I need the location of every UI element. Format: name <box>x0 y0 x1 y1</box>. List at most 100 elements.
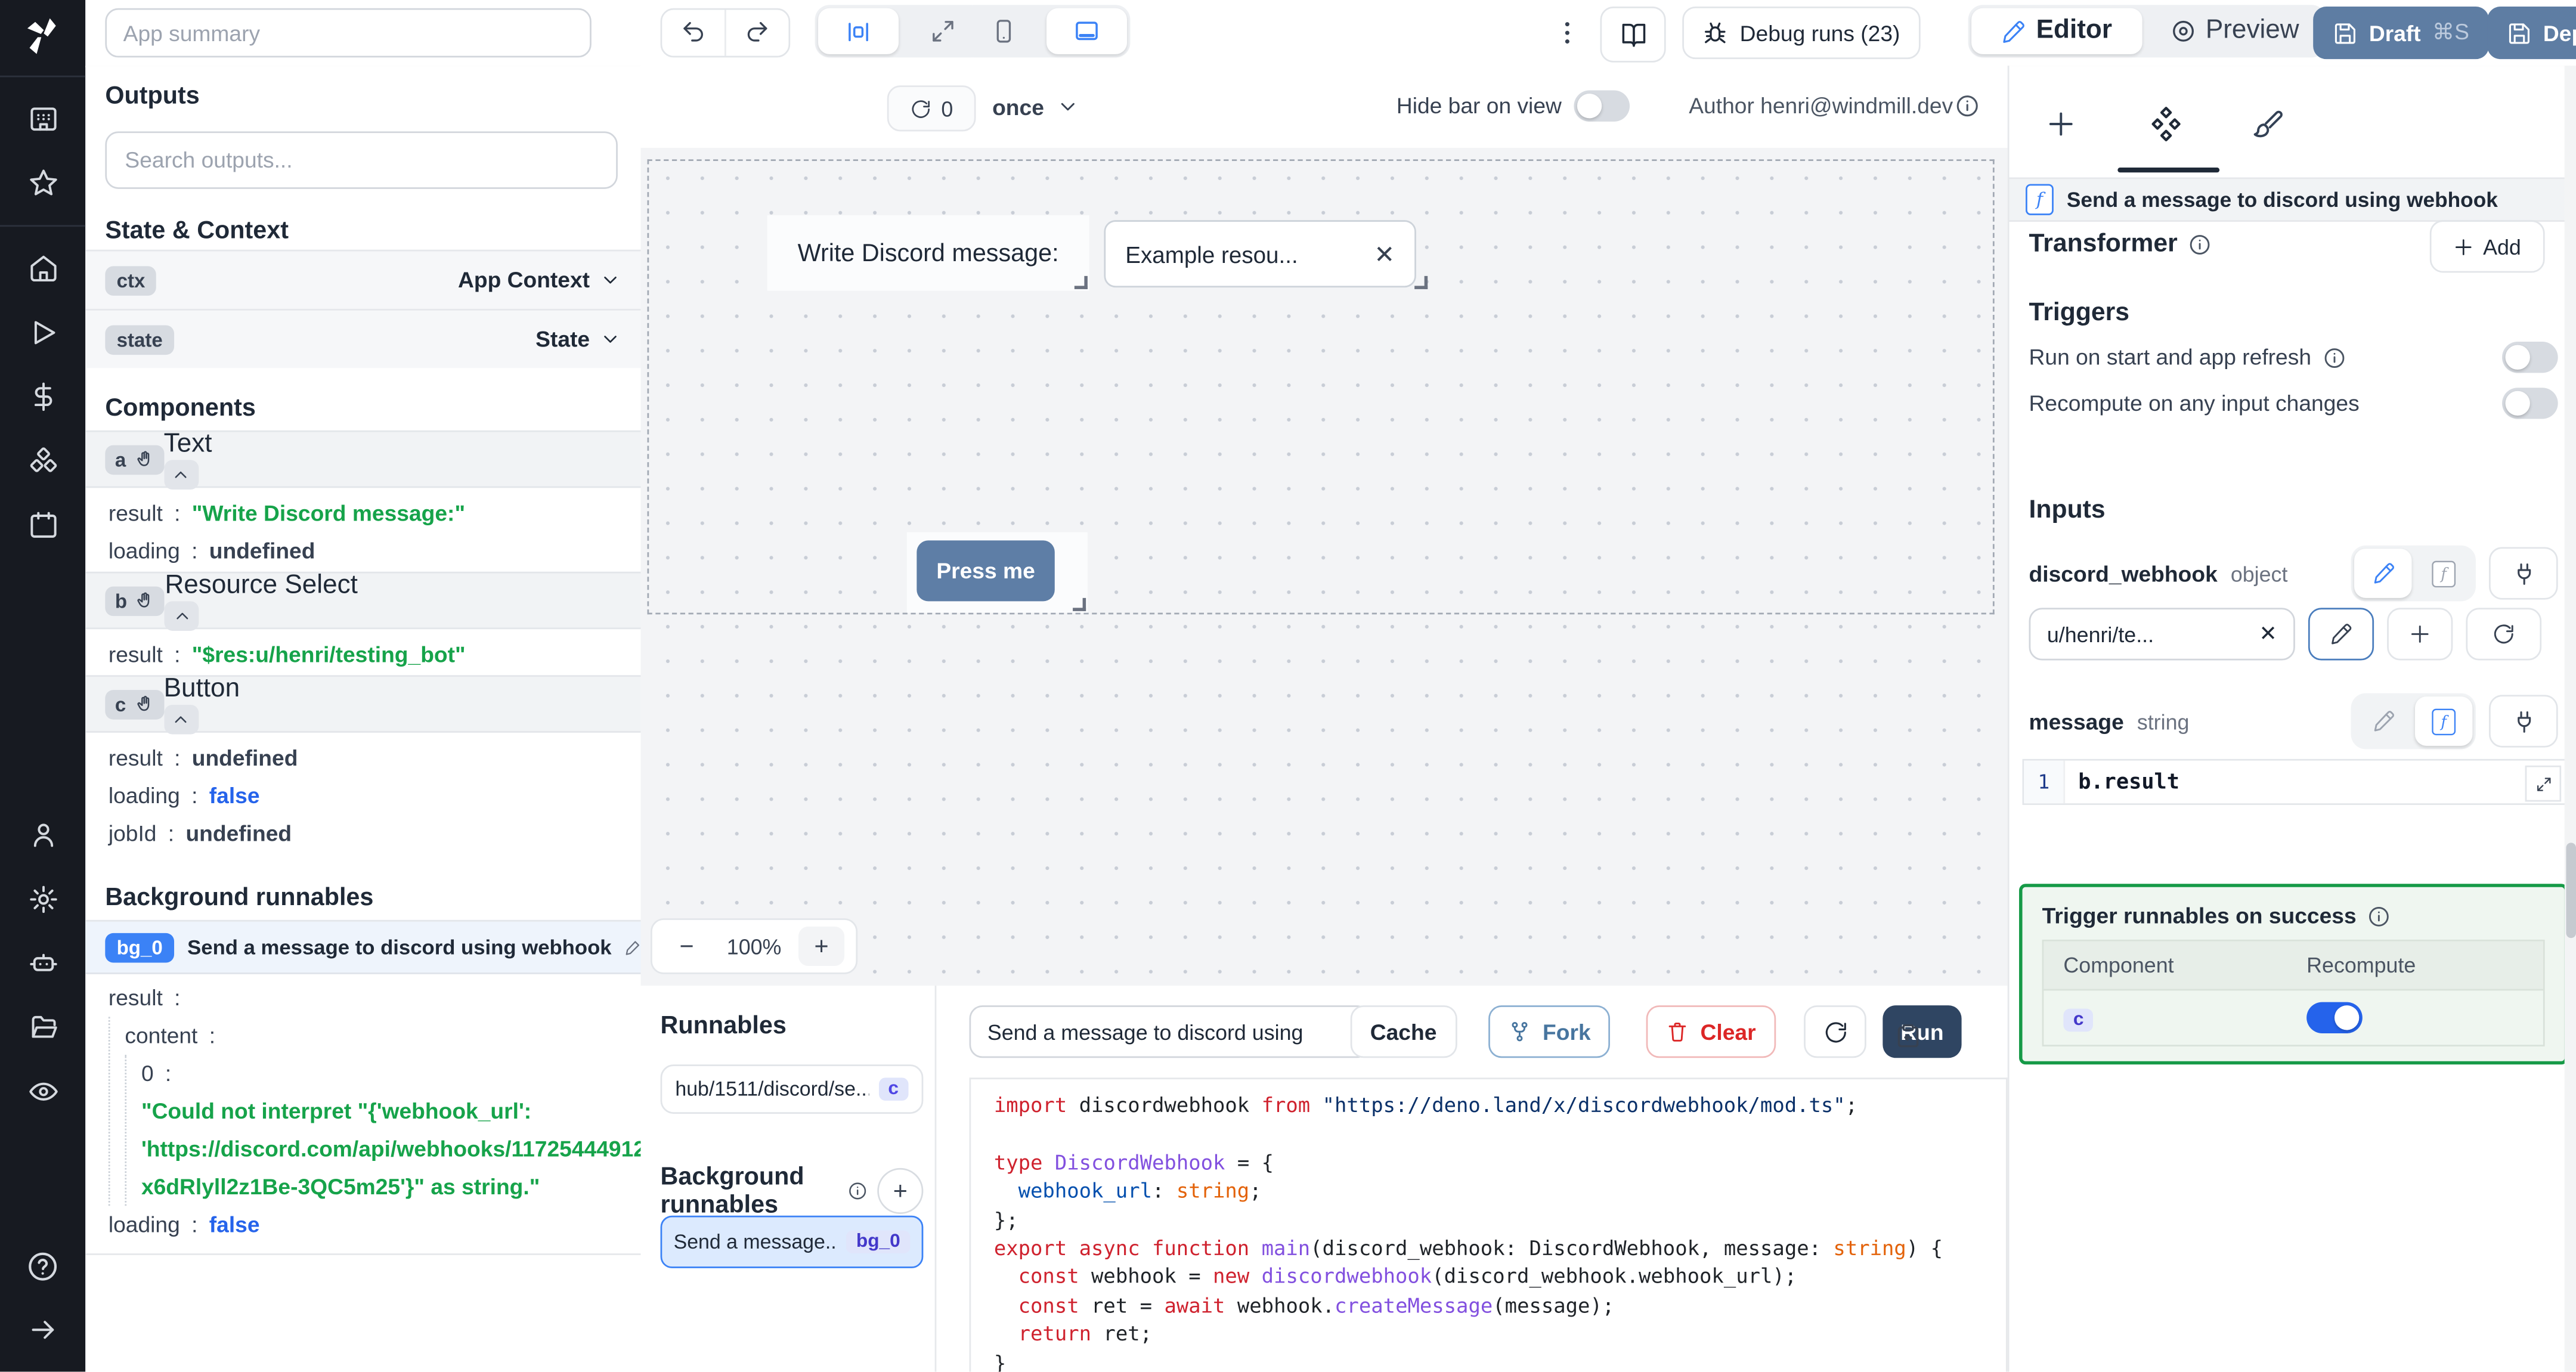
expr-mode-f-button[interactable]: f <box>2414 696 2473 746</box>
chevron-down-icon[interactable] <box>600 270 621 291</box>
plus-icon <box>2048 112 2072 135</box>
message-expression-editor[interactable]: 1 b.result <box>2022 758 2568 805</box>
run-mode-select[interactable]: once <box>992 85 1079 128</box>
component-header-a[interactable]: a Text <box>85 429 641 489</box>
windmill-logo[interactable] <box>21 15 64 66</box>
tab-editor[interactable]: Editor <box>1971 8 2142 54</box>
settings-gear-icon[interactable] <box>0 868 85 931</box>
align-center-button[interactable] <box>818 8 899 54</box>
cache-button[interactable]: Cache <box>1350 1005 1457 1058</box>
collapse-arrow-icon[interactable] <box>0 1298 85 1362</box>
runnables-panel: Runnables hub/1511/discord/se... c Backg… <box>640 986 937 1372</box>
app-canvas[interactable]: Write Discord message: Example resou... … <box>640 147 2008 987</box>
zoom-in-button[interactable]: + <box>798 926 845 966</box>
resize-handle[interactable] <box>1073 597 1086 611</box>
runnable-name-input[interactable] <box>969 1005 1370 1058</box>
undo-redo-group <box>660 8 791 58</box>
bg0-result-tree: result: content: 0: "Could not interpret… <box>85 979 640 1255</box>
chevron-down-icon[interactable] <box>600 329 621 350</box>
info-icon[interactable] <box>2323 346 2346 369</box>
schedules-calendar-icon[interactable] <box>0 493 85 557</box>
resource-input[interactable]: u/henri/te... ✕ <box>2029 608 2295 661</box>
undo-button[interactable] <box>662 10 724 56</box>
button-component-card[interactable]: Press me <box>906 532 1088 613</box>
static-mode-pencil-button[interactable] <box>2354 549 2412 598</box>
variables-dollar-icon[interactable] <box>0 365 85 429</box>
plus-icon <box>2456 238 2472 255</box>
info-icon[interactable] <box>2368 905 2391 928</box>
hide-bar-toggle[interactable] <box>1574 90 1630 122</box>
redo-button[interactable] <box>724 10 788 56</box>
component-header-b[interactable]: b Resource Select <box>85 571 641 630</box>
refresh-count-button[interactable]: 0 <box>887 85 976 132</box>
text-component[interactable]: Write Discord message: <box>767 215 1089 291</box>
insert-component-tab[interactable] <box>2032 95 2088 151</box>
success-recompute-toggle[interactable] <box>2306 1002 2363 1033</box>
bug-icon <box>1705 22 1726 44</box>
deploy-button[interactable]: Deploy <box>2487 7 2576 60</box>
resource-select-component[interactable]: Example resou... ✕ <box>1104 220 1428 289</box>
desktop-view-button[interactable] <box>1046 8 1127 54</box>
component-header-c[interactable]: c Button <box>85 674 641 734</box>
active-tab-underline <box>2117 168 2220 173</box>
fork-button[interactable]: Fork <box>1488 1005 1611 1058</box>
hand-pointer-icon <box>138 591 150 607</box>
recompute-toggle[interactable] <box>2502 388 2558 419</box>
panel-scrollbar[interactable] <box>2564 66 2576 1372</box>
runnable-item-c[interactable]: hub/1511/discord/se... c <box>660 1064 924 1114</box>
info-icon[interactable] <box>848 1181 868 1201</box>
add-transformer-button[interactable]: Add <box>2429 220 2545 273</box>
resize-handle[interactable] <box>1414 275 1428 289</box>
run-on-start-toggle[interactable] <box>2502 342 2558 373</box>
resources-cubes-icon[interactable] <box>0 429 85 493</box>
edit-pencil-icon[interactable] <box>625 938 643 956</box>
code-editor[interactable]: import discordwebhook from "https://deno… <box>969 1077 2008 1372</box>
collapse-chevron-up[interactable] <box>163 459 199 489</box>
debug-runs-button[interactable]: Debug runs (23) <box>1682 7 1920 60</box>
edit-resource-button[interactable] <box>2308 608 2374 661</box>
docs-book-button[interactable] <box>1600 7 1666 63</box>
runs-play-icon[interactable] <box>0 301 85 364</box>
connect-plug-button[interactable] <box>2488 547 2558 600</box>
scrollbar-thumb[interactable] <box>2566 843 2576 939</box>
bg-runnable-item[interactable]: Send a message... bg_0 <box>660 1215 924 1268</box>
help-icon[interactable] <box>0 1234 85 1297</box>
home-icon[interactable] <box>0 237 85 301</box>
draft-button[interactable]: Draft ⌘S <box>2313 7 2490 60</box>
audit-eye-icon[interactable] <box>0 1060 85 1123</box>
editor-refresh-button[interactable] <box>1804 1005 1866 1058</box>
clear-resource-icon[interactable]: ✕ <box>2259 621 2277 647</box>
settings-components-tab[interactable] <box>2137 95 2193 151</box>
clear-select-icon[interactable]: ✕ <box>1374 239 1395 269</box>
copy-clipboard-icon[interactable] <box>1894 1022 1922 1050</box>
bg0-header-row[interactable]: bg_0 Send a message to discord using web… <box>85 919 643 974</box>
more-menu-kebab-icon[interactable] <box>1553 15 1583 59</box>
add-bg-runnable-button[interactable]: + <box>877 1167 924 1215</box>
theme-brush-tab[interactable] <box>2239 95 2295 151</box>
static-mode-pencil-button[interactable] <box>2354 696 2411 746</box>
collapse-chevron-up[interactable] <box>163 704 199 734</box>
tab-preview[interactable]: Preview <box>2145 8 2323 54</box>
connect-plug-button[interactable] <box>2488 695 2558 748</box>
clear-button[interactable]: Clear <box>1646 1005 1776 1058</box>
folders-icon[interactable] <box>0 996 85 1060</box>
zoom-out-button[interactable]: − <box>664 927 710 966</box>
favorites-star-icon[interactable] <box>0 151 85 215</box>
expand-editor-button[interactable] <box>2525 765 2562 802</box>
state-row[interactable]: state State <box>85 308 641 368</box>
press-me-button[interactable]: Press me <box>917 540 1055 602</box>
mobile-view-button[interactable] <box>962 8 1043 54</box>
apps-nav-icon[interactable] <box>0 87 85 151</box>
ctx-row[interactable]: ctx App Context <box>85 249 641 309</box>
info-icon[interactable] <box>2189 233 2212 256</box>
info-icon[interactable] <box>1955 94 1980 118</box>
collapse-chevron-up[interactable] <box>165 600 200 630</box>
workers-robot-icon[interactable] <box>0 931 85 995</box>
expr-mode-f-button[interactable]: f <box>2415 549 2472 598</box>
app-summary-input[interactable] <box>105 8 592 58</box>
users-icon[interactable] <box>0 803 85 867</box>
refresh-resources-button[interactable] <box>2466 608 2542 661</box>
add-resource-button[interactable] <box>2387 608 2453 661</box>
search-outputs-input[interactable] <box>105 131 618 189</box>
resize-handle[interactable] <box>1074 275 1088 289</box>
